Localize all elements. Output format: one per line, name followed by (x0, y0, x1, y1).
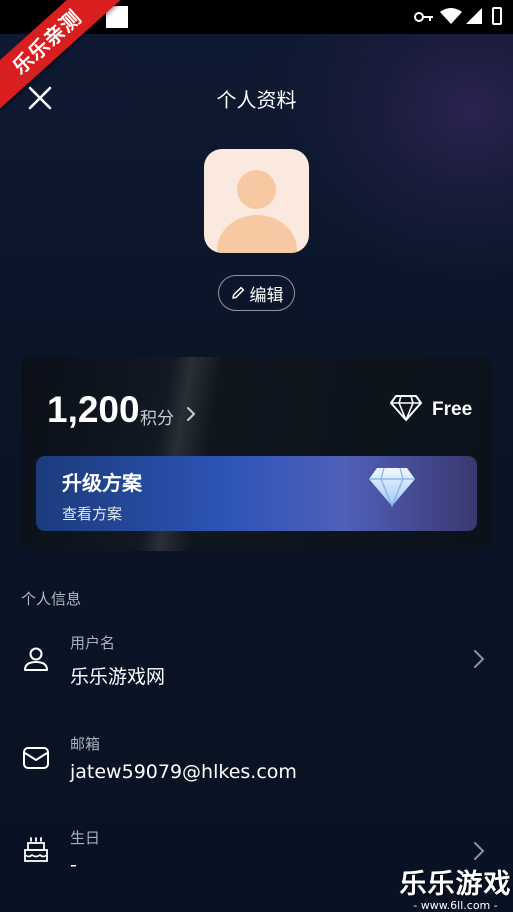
email-row[interactable]: 邮箱 jatew59079@hlkes.com (0, 724, 513, 804)
watermark-main-text: 乐乐游戏 (399, 869, 512, 900)
edit-profile-button[interactable]: 编辑 (218, 275, 295, 311)
username-value: 乐乐游戏网 (70, 666, 166, 688)
chevron-right-icon[interactable] (185, 405, 197, 423)
avatar-head (237, 170, 276, 209)
points-card: 1,200 积分 Free 升级方案 查看方案 (21, 357, 492, 551)
points-value[interactable]: 1,200 (47, 389, 140, 431)
pencil-icon (231, 286, 244, 299)
battery-icon (492, 7, 502, 25)
birthday-value: - (70, 854, 77, 876)
user-icon (24, 647, 48, 671)
upgrade-subtitle: 查看方案 (62, 505, 123, 523)
chevron-right-icon (474, 650, 485, 668)
upgrade-plan-button[interactable]: 升级方案 查看方案 (36, 456, 477, 531)
chevron-right-icon (474, 842, 485, 860)
email-label: 邮箱 (70, 735, 101, 753)
avatar[interactable] (204, 149, 309, 253)
section-title-personal-info: 个人信息 (21, 590, 82, 608)
diamond-icon (390, 395, 422, 421)
wifi-icon (440, 8, 462, 24)
edit-label: 编辑 (249, 285, 284, 306)
avatar-body (217, 215, 297, 253)
birthday-label: 生日 (70, 829, 101, 847)
username-label: 用户名 (70, 634, 116, 652)
points-label[interactable]: 积分 (140, 404, 174, 429)
watermark-url: - www.6ll.com - (413, 899, 498, 912)
vpn-key-icon (414, 12, 433, 22)
mail-icon (23, 747, 49, 769)
page-title: 个人资料 (216, 88, 297, 112)
upgrade-title: 升级方案 (62, 471, 142, 495)
username-row[interactable]: 用户名 乐乐游戏网 (0, 624, 513, 704)
signal-icon (466, 8, 482, 24)
cake-icon (24, 837, 48, 862)
corner-watermark: 乐乐游戏 - www.6ll.com - (398, 862, 513, 912)
plan-label: Free (432, 399, 473, 420)
gem-icon (369, 467, 415, 508)
email-value: jatew59079@hlkes.com (70, 761, 297, 783)
